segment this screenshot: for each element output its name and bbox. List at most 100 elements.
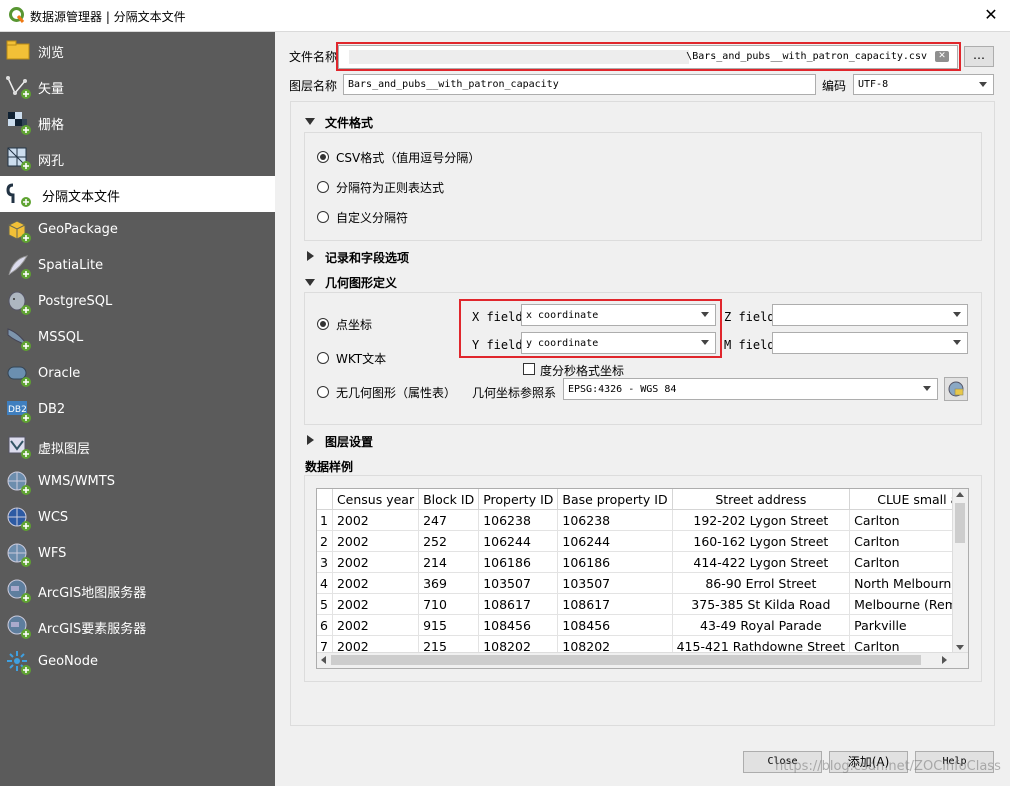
sidebar-item[interactable]: GeoPackage <box>0 212 275 248</box>
collapse-icon[interactable] <box>305 118 315 125</box>
sidebar-item-label: 分隔文本文件 <box>42 190 121 205</box>
expand-icon[interactable] <box>307 435 314 445</box>
sidebar-item-label: 网孔 <box>38 154 65 169</box>
encoding-select[interactable]: UTF-8 <box>853 74 994 95</box>
table-row[interactable]: 6 2002 915 108456 108456 43-49 Royal Parade Pa… <box>317 614 968 636</box>
spatialite-icon <box>8 255 31 279</box>
scroll-right-icon[interactable] <box>942 656 947 664</box>
folder-icon <box>6 40 30 60</box>
sidebar-item[interactable]: DB2 DB2 <box>0 392 275 428</box>
sidebar-item-label: WCS <box>38 510 69 525</box>
crs-select[interactable]: EPSG:4326 - WGS 84 <box>563 378 938 400</box>
table-cell: 247 <box>418 509 480 531</box>
sidebar-item-label: PostgreSQL <box>38 294 113 309</box>
sidebar-item-label: Oracle <box>38 366 81 381</box>
column-header[interactable]: Street address <box>672 489 851 510</box>
sidebar-item[interactable]: GeoNode <box>0 644 275 680</box>
row-number: 6 <box>317 614 333 636</box>
layer-settings-title[interactable]: 图层设置 <box>325 433 373 450</box>
m-field-select[interactable] <box>772 332 968 354</box>
scroll-up-icon[interactable] <box>956 492 964 497</box>
chevron-down-icon <box>923 386 931 391</box>
sidebar-item[interactable]: ArcGIS要素服务器 <box>0 608 275 644</box>
arcgis-feature-icon <box>7 615 31 639</box>
column-header[interactable]: Property ID <box>478 489 559 510</box>
dms-checkbox[interactable] <box>523 363 535 375</box>
geometry-title[interactable]: 几何图形定义 <box>325 274 397 291</box>
db2-icon: DB2 <box>7 401 31 423</box>
file-format-title[interactable]: 文件格式 <box>325 114 373 131</box>
sidebar-item[interactable]: SpatiaLite <box>0 248 275 284</box>
file-format-radio[interactable] <box>317 211 329 223</box>
table-cell: 103507 <box>478 572 559 594</box>
sidebar-item-label: MSSQL <box>38 330 84 345</box>
table-cell: 2002 <box>332 572 420 594</box>
table-cell: 108617 <box>557 593 673 615</box>
table-corner[interactable] <box>317 489 333 510</box>
geometry-radio[interactable] <box>317 318 329 330</box>
xy-field-highlight <box>459 299 722 358</box>
expand-icon[interactable] <box>307 251 314 261</box>
file-format-radio[interactable] <box>317 151 329 163</box>
table-row[interactable]: 4 2002 369 103507 103507 86-90 Errol Street No… <box>317 572 968 594</box>
file-format-radio[interactable] <box>317 181 329 193</box>
records-options-title[interactable]: 记录和字段选项 <box>325 249 409 266</box>
layer-name-label: 图层名称 <box>289 79 338 93</box>
row-number: 5 <box>317 593 333 615</box>
sidebar-item[interactable]: Oracle <box>0 356 275 392</box>
table-cell: 43-49 Royal Parade <box>672 614 851 636</box>
sidebar-item[interactable]: WFS <box>0 536 275 572</box>
watermark: https://blog.csdn.net/ZOCinfoClass <box>775 759 1001 774</box>
table-row[interactable]: 1 2002 247 106238 106238 192-202 Lygon Street… <box>317 509 968 531</box>
sidebar-item[interactable]: ArcGIS地图服务器 <box>0 572 275 608</box>
table-cell: 710 <box>418 593 480 615</box>
column-header[interactable]: Census year <box>332 489 420 510</box>
row-number: 4 <box>317 572 333 594</box>
table-row[interactable]: 3 2002 214 106186 106186 414-422 Lygon Street… <box>317 551 968 573</box>
chevron-down-icon <box>953 312 961 317</box>
file-name-label: 文件名称 <box>289 50 338 64</box>
sidebar-item[interactable]: 分隔文本文件 <box>0 176 275 212</box>
scroll-left-icon[interactable] <box>321 656 326 664</box>
sidebar-item[interactable]: WMS/WMTS <box>0 464 275 500</box>
geometry-radio[interactable] <box>317 386 329 398</box>
sidebar-item[interactable]: 矢量 <box>0 68 275 104</box>
sidebar-item[interactable]: 网孔 <box>0 140 275 176</box>
row-number: 3 <box>317 551 333 573</box>
horizontal-scrollbar[interactable] <box>317 652 968 668</box>
encoding-label: 编码 <box>822 79 847 93</box>
scroll-thumb[interactable] <box>955 503 965 543</box>
column-header[interactable]: Block ID <box>418 489 480 510</box>
sidebar-item[interactable]: 浏览 <box>0 32 275 68</box>
table-header-row: Census year Block ID Property ID Base prope… <box>317 489 968 510</box>
column-header[interactable]: Base property ID <box>557 489 673 510</box>
table-row[interactable]: 2 2002 252 106244 106244 160-162 Lygon Street… <box>317 530 968 552</box>
z-field-select[interactable] <box>772 304 968 326</box>
vector-layer-icon <box>6 76 31 99</box>
table-cell: 106238 <box>478 509 559 531</box>
vertical-scrollbar[interactable] <box>952 489 968 654</box>
sidebar-item[interactable]: MSSQL <box>0 320 275 356</box>
collapse-icon[interactable] <box>305 279 315 286</box>
sidebar-item-label: 浏览 <box>38 46 65 61</box>
browse-button[interactable]: … <box>964 46 994 67</box>
table-cell: 2002 <box>332 530 420 552</box>
qgis-logo-icon <box>9 7 25 23</box>
table-row[interactable]: 5 2002 710 108617 108617 375-385 St Kilda Roa… <box>317 593 968 615</box>
sidebar-item[interactable]: 栅格 <box>0 104 275 140</box>
table-cell: 106238 <box>557 509 673 531</box>
close-icon[interactable]: ✕ <box>982 5 1000 24</box>
row-number: 2 <box>317 530 333 552</box>
scroll-down-icon[interactable] <box>956 645 964 650</box>
layer-name-input[interactable]: Bars_and_pubs__with_patron_capacity <box>343 74 816 95</box>
table-cell: 214 <box>418 551 480 573</box>
crs-selector-button[interactable] <box>944 377 968 401</box>
sidebar-item[interactable]: PostgreSQL <box>0 284 275 320</box>
mesh-layer-icon <box>7 147 31 171</box>
table-cell: 108456 <box>478 614 559 636</box>
sample-data-table[interactable]: Census year Block ID Property ID Base prope… <box>316 488 969 669</box>
sidebar-item[interactable]: 虚拟图层 <box>0 428 275 464</box>
sidebar-item[interactable]: WCS <box>0 500 275 536</box>
hscroll-thumb[interactable] <box>331 655 921 665</box>
geometry-radio[interactable] <box>317 352 329 364</box>
